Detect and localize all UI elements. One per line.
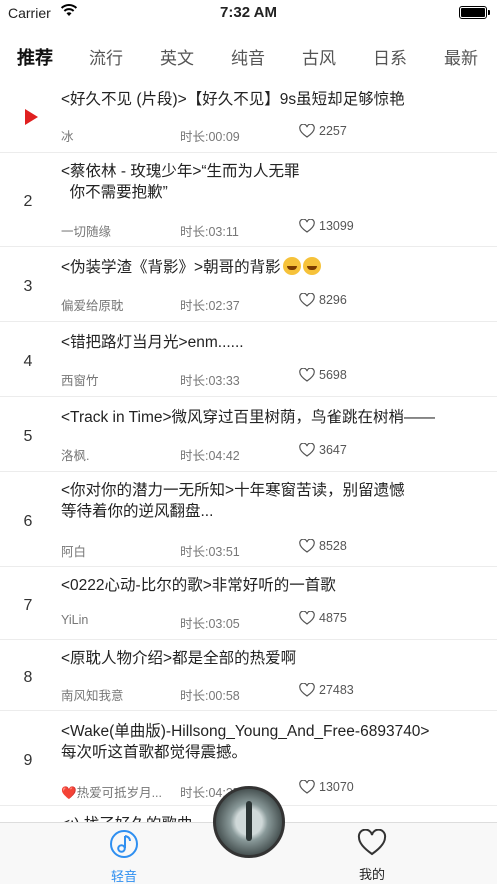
song-title: <伪装学渣《背影》>朝哥的背影 [61, 259, 281, 276]
heart-icon [299, 368, 315, 382]
song-index: 9 [23, 752, 33, 769]
song-index: 7 [23, 597, 33, 614]
like-count-value: 5698 [319, 368, 347, 382]
song-title: <你对你的潜力一无所知>十年寒窗苦读，别留遗憾 等待着你的逆风翻盘... [61, 482, 405, 520]
song-duration: 时长:03:05 [180, 617, 240, 631]
tab-japanese[interactable]: 日系 [365, 44, 415, 69]
song-row[interactable]: 2 <蔡依林 - 玫瑰少年>“生而为人无罪 你不需要抱歉” 一切随缘 时长:03… [0, 153, 497, 247]
heart-icon [299, 443, 315, 457]
song-author: 冰 [61, 130, 74, 144]
tab-instrumental[interactable]: 纯音 [223, 44, 273, 69]
like-count-value: 2257 [319, 124, 347, 138]
like-count-value: 8296 [319, 293, 347, 307]
heart-icon [299, 780, 315, 794]
song-author: ❤️热爱可抵岁月... [61, 786, 162, 800]
like-count-value: 13070 [319, 780, 354, 794]
now-playing-disc[interactable] [213, 786, 285, 858]
tab-home-label: 轻音 [110, 869, 137, 884]
like-count[interactable]: 8296 [299, 293, 347, 307]
song-index: 4 [23, 353, 33, 370]
song-duration: 时长:04:42 [180, 449, 240, 463]
like-count[interactable]: 2257 [299, 124, 347, 138]
song-row[interactable]: 6 <你对你的潜力一无所知>十年寒窗苦读，别留遗憾 等待着你的逆风翻盘... 阿… [0, 472, 497, 567]
song-title: <蔡依林 - 玫瑰少年>“生而为人无罪 你不需要抱歉” [61, 163, 300, 201]
clock: 7:32 AM [220, 4, 277, 21]
song-index: 5 [23, 428, 33, 445]
song-title: <好久不见 (片段)>【好久不见】9s虽短却足够惊艳 [61, 91, 405, 108]
tab-popular[interactable]: 流行 [81, 44, 131, 69]
song-title: <错把路灯当月光>enm...... [61, 334, 244, 351]
heart-icon [299, 611, 315, 625]
song-duration: 时长:03:51 [180, 545, 240, 559]
song-title-wrap: <伪装学渣《背影》>朝哥的背影 [61, 257, 477, 278]
like-count-value: 27483 [319, 683, 354, 697]
song-title: <Track in Time>微风穿过百里树荫，鸟雀跳在树梢—— [61, 409, 436, 426]
like-count[interactable]: 8528 [299, 539, 347, 553]
song-author: 洛枫. [61, 449, 90, 463]
heart-icon [299, 683, 315, 697]
song-list: <好久不见 (片段)>【好久不见】9s虽短却足够惊艳 冰 时长:00:09 22… [0, 80, 497, 836]
like-count-value: 3647 [319, 443, 347, 457]
song-title: <0222心动-比尔的歌>非常好听的一首歌 [61, 577, 336, 594]
song-author: 阿白 [61, 545, 87, 559]
heart-icon [299, 124, 315, 138]
like-count[interactable]: 13099 [299, 219, 354, 233]
song-index: 6 [23, 513, 33, 530]
song-duration: 时长:00:58 [180, 689, 240, 703]
song-author: YiLin [61, 613, 89, 627]
like-count[interactable]: 27483 [299, 683, 354, 697]
song-row[interactable]: 8 <原耽人物介绍>都是全部的热爱啊 南风知我意 时长:00:58 27483 [0, 640, 497, 711]
music-note-icon [110, 830, 138, 858]
song-author: 西窗竹 [61, 374, 99, 388]
like-count-value: 4875 [319, 611, 347, 625]
battery-icon [459, 6, 490, 19]
song-row[interactable]: 7 <0222心动-比尔的歌>非常好听的一首歌 YiLin 时长:03:05 4… [0, 567, 497, 640]
like-count[interactable]: 13070 [299, 780, 354, 794]
laughing-emoji-icon [302, 257, 321, 275]
like-count[interactable]: 4875 [299, 611, 347, 625]
tab-home[interactable]: 轻音 [94, 829, 154, 885]
song-index: 2 [23, 193, 33, 210]
tab-ancient-style[interactable]: 古风 [294, 44, 344, 69]
song-title: <Wake(单曲版)-Hillsong_Young_And_Free-68937… [61, 723, 430, 761]
heart-outline-icon [357, 828, 387, 856]
song-title: <原耽人物介绍>都是全部的热爱啊 [61, 650, 297, 667]
tab-recommended[interactable]: 推荐 [10, 44, 60, 70]
tab-english[interactable]: 英文 [152, 44, 202, 69]
song-index: 3 [23, 278, 33, 295]
tab-mine[interactable]: 我的 [342, 828, 402, 883]
laughing-emoji-icon [282, 257, 301, 275]
heart-icon [299, 293, 315, 307]
song-duration: 时长:00:09 [180, 130, 240, 144]
song-duration: 时长:03:33 [180, 374, 240, 388]
like-count[interactable]: 5698 [299, 368, 347, 382]
heart-icon [299, 539, 315, 553]
like-count-value: 13099 [319, 219, 354, 233]
tab-latest[interactable]: 最新 [436, 44, 486, 69]
song-author: 一切随缘 [61, 225, 112, 239]
song-duration: 时长:03:11 [180, 225, 239, 239]
category-tabs: 推荐 流行 英文 纯音 古风 日系 最新 [0, 44, 497, 70]
like-count[interactable]: 3647 [299, 443, 347, 457]
status-bar: Carrier 7:32 AM [0, 0, 497, 26]
song-row[interactable]: 5 <Track in Time>微风穿过百里树荫，鸟雀跳在树梢—— 洛枫. 时… [0, 397, 497, 472]
heart-icon [299, 219, 315, 233]
song-row[interactable]: 3 <伪装学渣《背影》>朝哥的背影 偏爱给原耽 时长:02:37 8296 [0, 247, 497, 322]
song-row[interactable]: <好久不见 (片段)>【好久不见】9s虽短却足够惊艳 冰 时长:00:09 22… [0, 80, 497, 153]
playing-indicator-icon [25, 109, 38, 125]
song-author: 南风知我意 [61, 689, 124, 703]
tab-mine-label: 我的 [358, 867, 385, 882]
song-duration: 时长:02:37 [180, 299, 240, 313]
like-count-value: 8528 [319, 539, 347, 553]
song-row[interactable]: 4 <错把路灯当月光>enm...... 西窗竹 时长:03:33 5698 [0, 322, 497, 397]
song-index: 8 [23, 669, 33, 686]
song-author: 偏爱给原耽 [61, 299, 124, 313]
